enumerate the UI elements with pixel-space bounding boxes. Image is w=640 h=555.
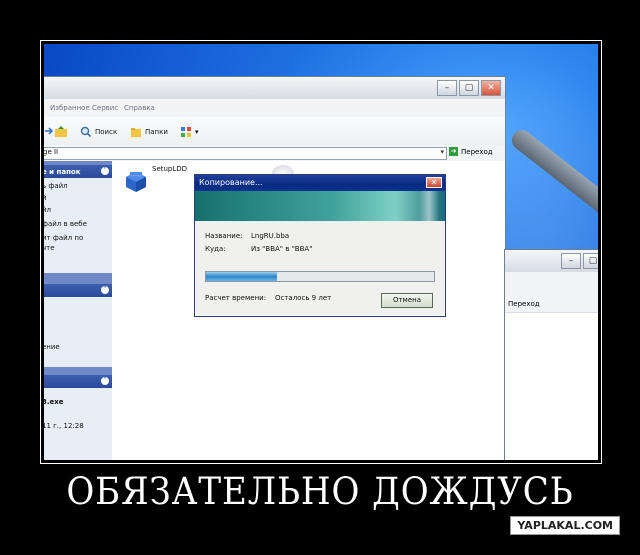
search-label: Поиск: [95, 128, 118, 136]
second-toolbar: [505, 272, 598, 310]
go-arrow-icon: ➜: [449, 147, 458, 156]
window-buttons: – ▢: [561, 253, 598, 269]
task-link[interactable]: чте: [44, 244, 55, 252]
progress-fill: [206, 272, 277, 281]
address-input[interactable]: ge II ▾: [44, 147, 447, 160]
panel-other-places: ение: [44, 297, 112, 367]
name-label: Название:: [205, 232, 243, 240]
name-value: LngRU.bba: [251, 232, 290, 240]
views-icon: [181, 127, 191, 137]
views-button[interactable]: ▾: [180, 126, 199, 138]
task-link[interactable]: файл в вебе: [44, 220, 87, 228]
dialog-close-button[interactable]: ✕: [426, 177, 442, 188]
forward-arrow-icon[interactable]: [44, 126, 54, 136]
time-label: Расчет времени:: [205, 294, 267, 302]
folders-label: Папки: [145, 128, 168, 136]
address-bar: ge II ▾ ➜ Переход: [44, 145, 505, 162]
site-watermark: YAPLAKAL.COM: [510, 516, 620, 535]
task-link[interactable]: ит файл по: [44, 234, 83, 242]
menu-tools[interactable]: Сервис: [92, 104, 118, 112]
place-link[interactable]: ение: [44, 343, 60, 351]
dialog-title: Копирование...: [199, 178, 263, 187]
search-button[interactable]: Поиск: [80, 126, 117, 138]
copy-progress-bar: [205, 271, 435, 282]
panel-details: 3.exe 11 г., 12:28: [44, 388, 112, 460]
dialog-animation-banner: [195, 191, 445, 221]
address-value: ge II: [44, 148, 59, 156]
go-label: Переход: [461, 147, 493, 156]
second-window[interactable]: – ▢ Переход: [504, 249, 598, 460]
second-address-bar: Переход: [505, 296, 598, 313]
cancel-button[interactable]: Отмена: [381, 293, 433, 308]
maximize-button[interactable]: ▢: [583, 253, 598, 269]
collapse-icon[interactable]: ˄: [101, 286, 109, 294]
menu-bar: Избранное Сервис Справка: [44, 99, 505, 139]
toolbar: Поиск Папки ▾: [44, 117, 505, 146]
demotivator-caption: ОБЯЗАТЕЛЬНО ДОЖДУСЬ: [66, 470, 574, 513]
time-value: Осталось 9 лет: [275, 294, 332, 302]
panel-file-tasks-header[interactable]: е и папок ˄: [44, 165, 112, 178]
chevron-down-icon: ▾: [195, 128, 199, 136]
minimize-button[interactable]: –: [561, 253, 581, 269]
dest-value: Из "BBA" в "BBA": [251, 245, 313, 253]
go-label[interactable]: Переход: [508, 300, 540, 308]
file-name[interactable]: SetupLDD: [152, 165, 187, 173]
collapse-icon[interactable]: ˄: [101, 377, 109, 385]
task-link[interactable]: ь файл: [44, 182, 68, 190]
panel-other-places-header[interactable]: ˄: [44, 284, 112, 297]
detail-date: 11 г., 12:28: [44, 422, 84, 430]
dialog-titlebar[interactable]: Копирование... ✕: [195, 175, 445, 191]
task-link[interactable]: йл: [44, 206, 51, 214]
search-icon: [80, 126, 92, 138]
folders-button[interactable]: Папки: [130, 126, 168, 138]
window-buttons: – ▢ ✕: [437, 80, 501, 96]
task-sidebar: е и папок ˄ ь файл й йл файл в вебе ит ф…: [44, 161, 112, 460]
chevron-down-icon[interactable]: ▾: [440, 148, 444, 156]
detail-filename: 3.exe: [44, 398, 64, 406]
close-button[interactable]: ✕: [481, 80, 501, 96]
panel-file-tasks-title: е и папок: [44, 168, 81, 176]
explorer-titlebar[interactable]: – ▢ ✕: [44, 77, 505, 100]
panel-details-header[interactable]: ˄: [44, 375, 112, 388]
menu-help[interactable]: Справка: [124, 104, 155, 112]
task-link[interactable]: й: [44, 194, 47, 202]
minimize-button[interactable]: –: [437, 80, 457, 96]
up-folder-icon[interactable]: [54, 126, 68, 138]
menu-favorites[interactable]: Избранное: [50, 104, 90, 112]
copy-dialog[interactable]: Копирование... ✕ Название: LngRU.bba Куд…: [194, 174, 446, 317]
panel-file-tasks: ь файл й йл файл в вебе ит файл по чте: [44, 178, 112, 273]
demotivator-frame: – ▢ ✕ Избранное Сервис Справка Поиск Пап…: [40, 40, 602, 464]
maximize-button[interactable]: ▢: [459, 80, 479, 96]
dest-label: Куда:: [205, 245, 226, 253]
desktop: – ▢ ✕ Избранное Сервис Справка Поиск Пап…: [44, 44, 598, 460]
go-button[interactable]: ➜ Переход: [449, 147, 493, 156]
collapse-icon[interactable]: ˄: [101, 167, 109, 175]
folder-icon: [131, 128, 141, 137]
lego-brick-icon[interactable]: [122, 165, 150, 193]
second-titlebar[interactable]: – ▢: [505, 250, 598, 272]
